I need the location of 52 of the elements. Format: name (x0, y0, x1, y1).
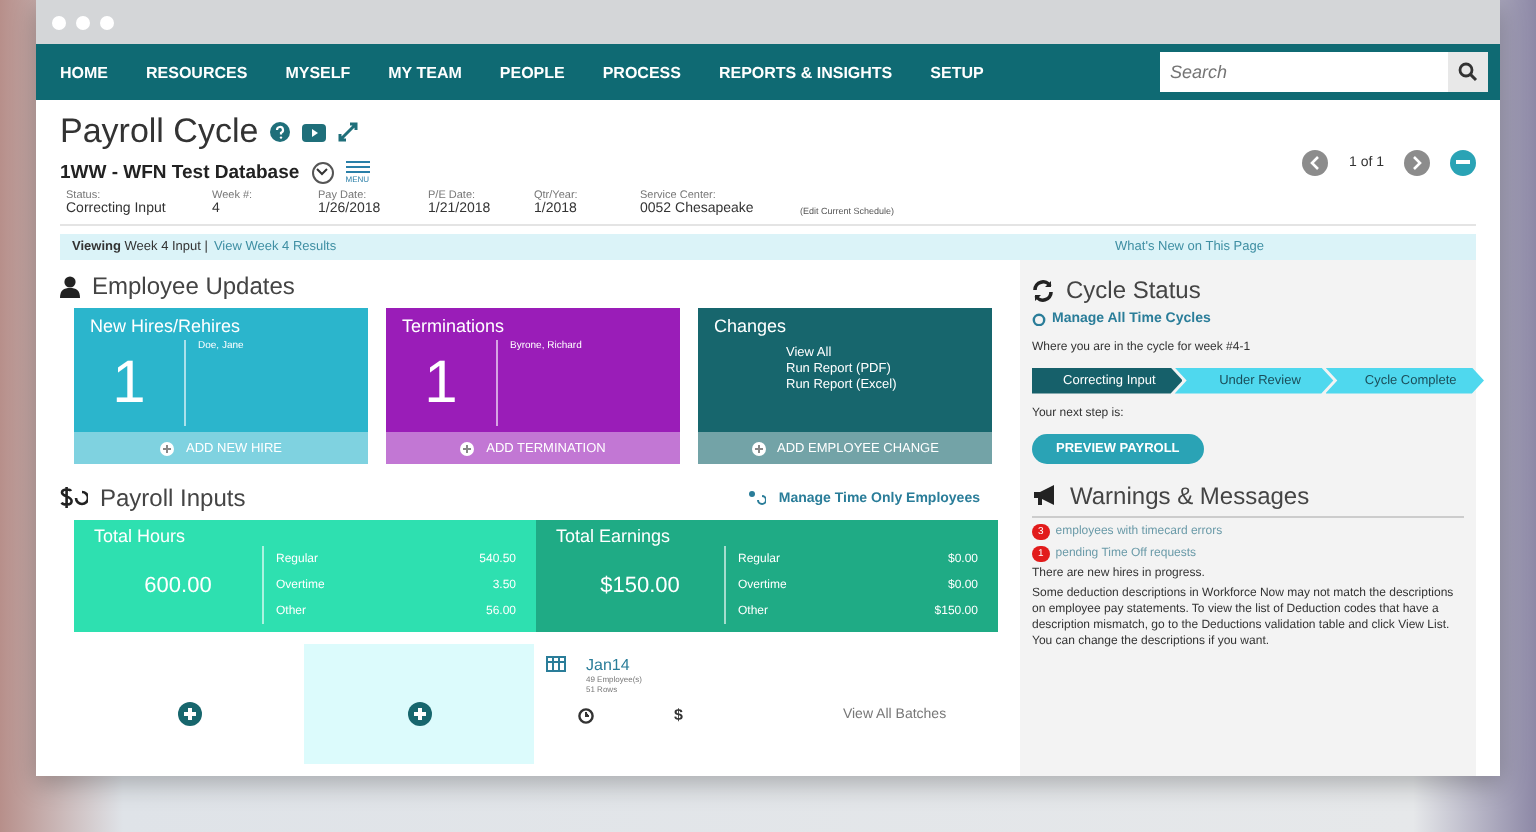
card-count: 1 (386, 340, 498, 426)
refresh-icon (1032, 279, 1054, 301)
person-icon (60, 275, 80, 297)
menu-icon[interactable] (345, 160, 370, 174)
card-title: Terminations (400, 314, 507, 336)
card-title: New Hires/Rehires (88, 314, 243, 336)
megaphone-icon (1032, 484, 1058, 507)
nav-item[interactable]: MYSELF (285, 63, 351, 81)
chevron-right-icon (1412, 155, 1422, 169)
dollar-cycle-icon (60, 486, 88, 510)
window-dot-icon (76, 15, 90, 29)
chevron-left-icon (1310, 155, 1321, 169)
plus-icon (159, 441, 174, 455)
totals-value: $150.00 (556, 546, 726, 624)
currency-symbol: $ (674, 706, 683, 724)
totals-title: Total Hours (94, 526, 188, 546)
add-icon[interactable] (407, 702, 431, 726)
section-title: Payroll Inputs (100, 484, 246, 512)
previous-button[interactable] (1302, 149, 1329, 175)
totals-value: 600.00 (94, 546, 264, 624)
plus-icon (460, 441, 475, 455)
section-title: Warnings & Messages (1070, 481, 1310, 510)
nav-item[interactable]: RESOURCES (146, 63, 248, 81)
window-dot-icon (100, 15, 114, 29)
section-title: Employee Updates (92, 272, 295, 300)
plus-icon (751, 441, 766, 455)
video-icon[interactable] (302, 123, 327, 141)
search-field[interactable]: Search (1160, 52, 1448, 92)
nav-item[interactable]: SETUP (930, 63, 984, 81)
clock-icon (578, 707, 594, 723)
window-dot-icon (52, 15, 66, 29)
nav-item[interactable]: REPORTS & INSIGHTS (718, 63, 893, 81)
expand-icon[interactable] (338, 122, 359, 142)
totals-title: Total Earnings (556, 526, 673, 546)
grid-icon (546, 656, 566, 672)
add-icon[interactable] (177, 702, 201, 726)
nav-item[interactable]: HOME (60, 63, 108, 81)
company-name: 1WW - WFN Test Database (60, 161, 300, 183)
batch-name[interactable]: Jan14 (586, 656, 643, 674)
section-title: Cycle Status (1066, 276, 1201, 304)
next-button[interactable] (1404, 149, 1430, 175)
nav-item[interactable]: PEOPLE (499, 63, 565, 81)
search-icon[interactable] (1448, 52, 1488, 92)
card-title: Changes (712, 314, 789, 336)
nav-item[interactable]: MY TEAM (388, 63, 462, 81)
nav-item[interactable]: PROCESS (602, 63, 681, 81)
dropdown-icon[interactable] (311, 161, 334, 183)
help-icon[interactable] (270, 122, 291, 142)
collapse-button[interactable] (1450, 149, 1476, 175)
minus-icon (1456, 160, 1470, 164)
card-count: 1 (74, 340, 186, 426)
page-title: Payroll Cycle (60, 112, 259, 152)
